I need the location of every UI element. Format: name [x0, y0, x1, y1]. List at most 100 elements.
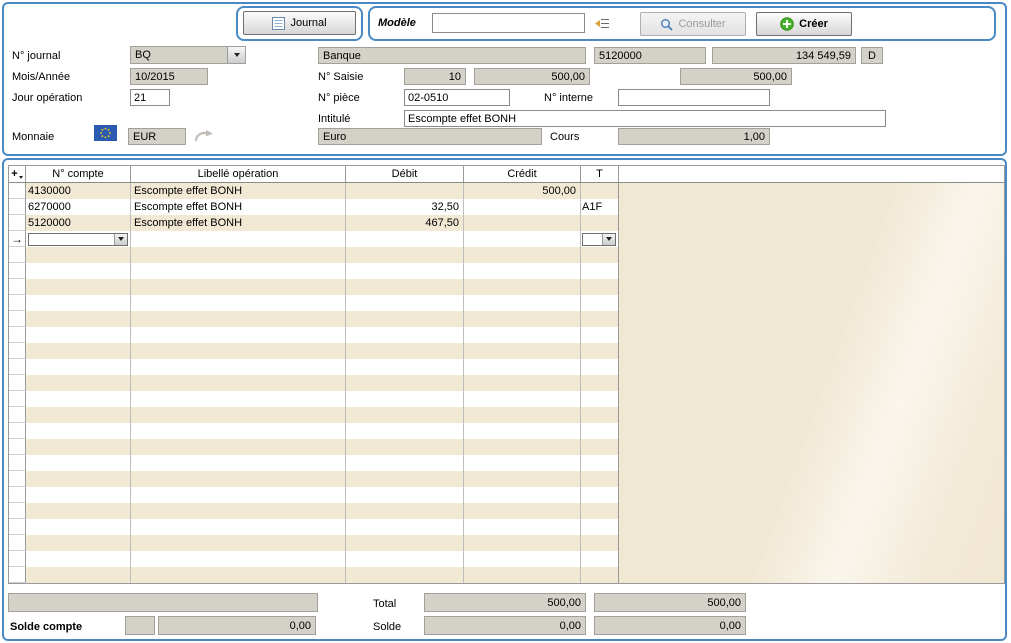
- row-selector[interactable]: [9, 311, 26, 327]
- cell-type[interactable]: [581, 215, 619, 231]
- cell-type[interactable]: [581, 263, 619, 279]
- cell-credit[interactable]: [464, 455, 581, 471]
- cell-debit[interactable]: [346, 359, 464, 375]
- row-selector[interactable]: [9, 199, 26, 215]
- row-selector[interactable]: [9, 375, 26, 391]
- cell-debit[interactable]: [346, 343, 464, 359]
- cell-libelle[interactable]: [131, 247, 346, 263]
- cell-debit[interactable]: [346, 567, 464, 583]
- cell-debit[interactable]: [346, 487, 464, 503]
- table-row[interactable]: [9, 279, 1004, 295]
- modele-list-button[interactable]: [590, 13, 614, 33]
- cell-debit[interactable]: [346, 183, 464, 199]
- chevron-down-icon[interactable]: [227, 47, 245, 63]
- cell-type[interactable]: [581, 359, 619, 375]
- cell-type[interactable]: [581, 279, 619, 295]
- row-selector[interactable]: [9, 327, 26, 343]
- row-selector[interactable]: [9, 471, 26, 487]
- row-selector[interactable]: [9, 487, 26, 503]
- row-selector[interactable]: [9, 423, 26, 439]
- table-row[interactable]: [9, 391, 1004, 407]
- n-journal-select[interactable]: BQ: [130, 46, 246, 64]
- row-selector[interactable]: [9, 215, 26, 231]
- row-selector[interactable]: [9, 295, 26, 311]
- row-selector[interactable]: →: [9, 231, 26, 247]
- row-selector[interactable]: [9, 519, 26, 535]
- cell-compte[interactable]: [26, 263, 131, 279]
- cell-debit[interactable]: [346, 471, 464, 487]
- currency-conversion-button[interactable]: [190, 126, 218, 146]
- cell-debit[interactable]: [346, 279, 464, 295]
- cell-debit[interactable]: [346, 423, 464, 439]
- cell-libelle[interactable]: [131, 391, 346, 407]
- cell-compte[interactable]: [26, 519, 131, 535]
- table-row[interactable]: [9, 423, 1004, 439]
- table-row[interactable]: 4130000Escompte effet BONH500,00: [9, 183, 1004, 199]
- cell-debit[interactable]: [346, 455, 464, 471]
- cell-compte[interactable]: [26, 359, 131, 375]
- cell-debit[interactable]: [346, 503, 464, 519]
- cell-libelle[interactable]: [131, 295, 346, 311]
- row-selector[interactable]: [9, 359, 26, 375]
- table-row[interactable]: [9, 455, 1004, 471]
- cell-type[interactable]: [581, 391, 619, 407]
- cell-libelle[interactable]: [131, 231, 346, 247]
- type-combo-input[interactable]: [582, 233, 616, 246]
- cell-debit[interactable]: [346, 535, 464, 551]
- cell-type[interactable]: A1F: [581, 199, 619, 215]
- cell-compte[interactable]: [26, 407, 131, 423]
- cell-libelle[interactable]: [131, 375, 346, 391]
- cell-compte[interactable]: [26, 327, 131, 343]
- cell-libelle[interactable]: [131, 471, 346, 487]
- cell-libelle[interactable]: Escompte effet BONH: [131, 215, 346, 231]
- row-selector[interactable]: [9, 263, 26, 279]
- cell-credit[interactable]: [464, 519, 581, 535]
- cell-compte[interactable]: [26, 375, 131, 391]
- cell-credit[interactable]: [464, 423, 581, 439]
- cell-credit[interactable]: [464, 279, 581, 295]
- cell-debit[interactable]: [346, 311, 464, 327]
- cell-credit[interactable]: [464, 551, 581, 567]
- cell-credit[interactable]: 500,00: [464, 183, 581, 199]
- row-selector[interactable]: [9, 455, 26, 471]
- table-row[interactable]: [9, 343, 1004, 359]
- row-selector[interactable]: [9, 391, 26, 407]
- cell-type[interactable]: [581, 327, 619, 343]
- cell-libelle[interactable]: [131, 519, 346, 535]
- cell-compte[interactable]: [26, 343, 131, 359]
- cell-credit[interactable]: [464, 215, 581, 231]
- row-selector[interactable]: [9, 279, 26, 295]
- row-selector[interactable]: [9, 343, 26, 359]
- cell-compte[interactable]: [26, 279, 131, 295]
- cell-type[interactable]: [581, 407, 619, 423]
- cell-type[interactable]: [581, 311, 619, 327]
- jour-operation-input[interactable]: [130, 89, 170, 106]
- cell-credit[interactable]: [464, 471, 581, 487]
- cell-compte[interactable]: [26, 439, 131, 455]
- n-piece-input[interactable]: [404, 89, 510, 106]
- cell-compte[interactable]: [26, 487, 131, 503]
- row-selector[interactable]: [9, 439, 26, 455]
- n-interne-input[interactable]: [618, 89, 770, 106]
- cell-libelle[interactable]: [131, 567, 346, 583]
- cell-compte[interactable]: [26, 247, 131, 263]
- modele-input[interactable]: [432, 13, 585, 33]
- cell-libelle[interactable]: [131, 327, 346, 343]
- row-selector[interactable]: [9, 567, 26, 583]
- cell-compte[interactable]: [26, 471, 131, 487]
- row-selector[interactable]: [9, 535, 26, 551]
- cell-credit[interactable]: [464, 391, 581, 407]
- cell-libelle[interactable]: [131, 487, 346, 503]
- cell-libelle[interactable]: [131, 423, 346, 439]
- cell-libelle[interactable]: [131, 535, 346, 551]
- cell-compte[interactable]: [26, 311, 131, 327]
- table-row[interactable]: [9, 311, 1004, 327]
- cell-credit[interactable]: [464, 487, 581, 503]
- row-selector[interactable]: [9, 503, 26, 519]
- cell-libelle[interactable]: Escompte effet BONH: [131, 183, 346, 199]
- cell-credit[interactable]: [464, 295, 581, 311]
- add-line-button[interactable]: +: [9, 166, 26, 182]
- row-selector[interactable]: [9, 551, 26, 567]
- cell-type[interactable]: [581, 439, 619, 455]
- cell-libelle[interactable]: [131, 343, 346, 359]
